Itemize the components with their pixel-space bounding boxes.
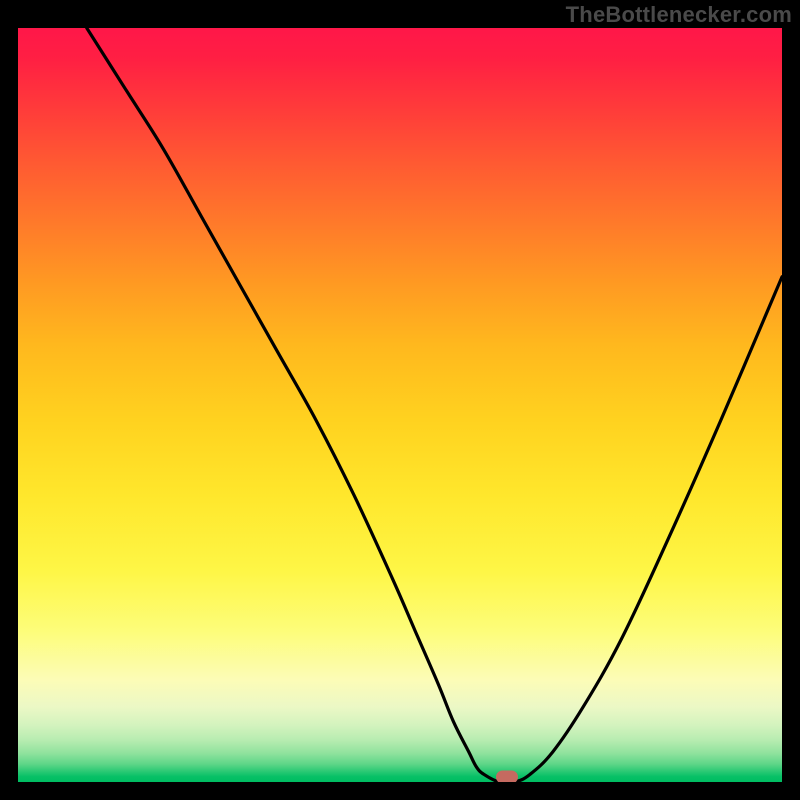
plot-area bbox=[18, 28, 782, 782]
chart-frame: TheBottlenecker.com bbox=[0, 0, 800, 800]
optimum-marker bbox=[496, 771, 518, 782]
bottleneck-curve bbox=[18, 28, 782, 782]
watermark-text: TheBottlenecker.com bbox=[566, 2, 792, 28]
